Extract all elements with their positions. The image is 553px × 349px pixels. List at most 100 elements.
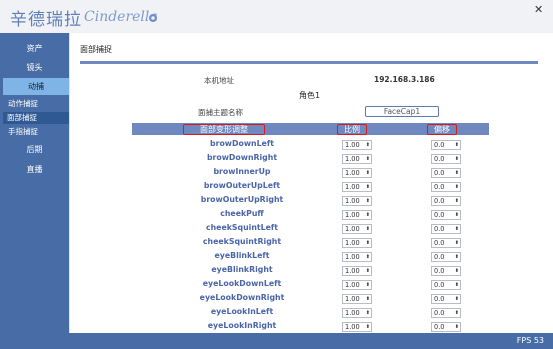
offset-spinbox[interactable]: 0.0 ⬍: [431, 168, 461, 178]
offset-spinbox[interactable]: 0.0 ⬍: [431, 182, 461, 192]
table-row: browDownLeft 1.00 ⬍ 0.0 ⬍: [132, 139, 489, 153]
offset-value: 0.0: [434, 295, 445, 303]
stepper-caret-icon: ⬍: [365, 142, 370, 148]
offset-spinbox[interactable]: 0.0 ⬍: [431, 322, 461, 332]
stepper-caret-icon: ⬍: [454, 184, 459, 190]
row-label: eyeLookInRight: [207, 321, 277, 330]
stepper-caret-icon: ⬍: [365, 296, 370, 302]
offset-value: 0.0: [434, 211, 445, 219]
offset-value: 0.0: [434, 197, 445, 205]
offset-spinbox[interactable]: 0.0 ⬍: [431, 294, 461, 304]
offset-value: 0.0: [434, 253, 445, 261]
stepper-caret-icon: ⬍: [365, 324, 370, 330]
header-scale: 比例: [337, 124, 367, 135]
row-label: cheekPuff: [220, 209, 264, 218]
table-row: eyeLookDownLeft 1.00 ⬍ 0.0 ⬍: [132, 279, 489, 293]
scale-spinbox[interactable]: 1.00 ⬍: [342, 322, 372, 332]
offset-spinbox[interactable]: 0.0 ⬍: [431, 280, 461, 290]
offset-value: 0.0: [434, 141, 445, 149]
offset-value: 0.0: [434, 323, 445, 331]
sidebar-item-post[interactable]: 后期: [0, 144, 69, 156]
stepper-caret-icon: ⬍: [365, 156, 370, 162]
offset-value: 0.0: [434, 169, 445, 177]
stepper-caret-icon: ⬍: [365, 170, 370, 176]
scale-spinbox[interactable]: 1.00 ⬍: [342, 294, 372, 304]
local-ip-label: 本机地址: [204, 76, 234, 85]
sidebar-subitem-finger-capture[interactable]: 手指捕捉: [8, 126, 38, 138]
close-icon[interactable]: ✕: [534, 3, 543, 16]
stepper-caret-icon: ⬍: [454, 254, 459, 260]
scale-spinbox[interactable]: 1.00 ⬍: [342, 238, 372, 248]
scale-value: 1.00: [345, 323, 360, 331]
table-row: browDownRight 1.00 ⬍ 0.0 ⬍: [132, 153, 489, 167]
offset-value: 0.0: [434, 239, 445, 247]
stepper-caret-icon: ⬍: [454, 198, 459, 204]
offset-spinbox[interactable]: 0.0 ⬍: [431, 252, 461, 262]
row-label: eyeLookInLeft: [210, 307, 274, 316]
scale-spinbox[interactable]: 1.00 ⬍: [342, 182, 372, 192]
stepper-caret-icon: ⬍: [454, 310, 459, 316]
topic-name-label: 面捕主题名称: [198, 108, 243, 117]
table-header: 面部变形调整 比例 偏移: [132, 123, 489, 135]
role-title: 角色1: [299, 91, 321, 100]
gear-icon[interactable]: [147, 12, 159, 24]
table-row: eyeLookInLeft 1.00 ⬍ 0.0 ⬍: [132, 307, 489, 321]
scale-value: 1.00: [345, 295, 360, 303]
offset-spinbox[interactable]: 0.0 ⬍: [431, 154, 461, 164]
offset-spinbox[interactable]: 0.0 ⬍: [431, 308, 461, 318]
row-label: browOuterUpLeft: [203, 181, 281, 190]
row-label: eyeBlinkLeft: [214, 251, 270, 260]
stepper-caret-icon: ⬍: [365, 282, 370, 288]
stepper-caret-icon: ⬍: [454, 170, 459, 176]
scale-spinbox[interactable]: 1.00 ⬍: [342, 210, 372, 220]
offset-spinbox[interactable]: 0.0 ⬍: [431, 210, 461, 220]
scale-value: 1.00: [345, 183, 360, 191]
table-row: cheekSquintLeft 1.00 ⬍ 0.0 ⬍: [132, 223, 489, 237]
offset-value: 0.0: [434, 225, 445, 233]
scale-spinbox[interactable]: 1.00 ⬍: [342, 140, 372, 150]
stepper-caret-icon: ⬍: [454, 296, 459, 302]
row-label: browOuterUpRight: [200, 195, 284, 204]
stepper-caret-icon: ⬍: [365, 254, 370, 260]
scale-spinbox[interactable]: 1.00 ⬍: [342, 196, 372, 206]
table-row: eyeLookDownRight 1.00 ⬍ 0.0 ⬍: [132, 293, 489, 307]
offset-spinbox[interactable]: 0.0 ⬍: [431, 238, 461, 248]
offset-spinbox[interactable]: 0.0 ⬍: [431, 140, 461, 150]
table-row: cheekSquintRight 1.00 ⬍ 0.0 ⬍: [132, 237, 489, 251]
offset-value: 0.0: [434, 281, 445, 289]
row-label: eyeLookDownRight: [199, 293, 285, 302]
table-row: browOuterUpRight 1.00 ⬍ 0.0 ⬍: [132, 195, 489, 209]
scale-spinbox[interactable]: 1.00 ⬍: [342, 224, 372, 234]
topic-name-input[interactable]: FaceCap1: [365, 106, 439, 117]
stepper-caret-icon: ⬍: [365, 184, 370, 190]
scale-spinbox[interactable]: 1.00 ⬍: [342, 154, 372, 164]
sidebar-subitem-body-capture[interactable]: 动作捕捉: [8, 98, 38, 110]
scale-spinbox[interactable]: 1.00 ⬍: [342, 252, 372, 262]
offset-spinbox[interactable]: 0.0 ⬍: [431, 266, 461, 276]
table-row: eyeBlinkRight 1.00 ⬍ 0.0 ⬍: [132, 265, 489, 279]
stepper-caret-icon: ⬍: [454, 142, 459, 148]
title-divider: [80, 61, 538, 64]
row-label: browInnerUp: [213, 167, 271, 176]
offset-value: 0.0: [434, 183, 445, 191]
scale-spinbox[interactable]: 1.00 ⬍: [342, 308, 372, 318]
scale-spinbox[interactable]: 1.00 ⬍: [342, 266, 372, 276]
sidebar-item-mocap[interactable]: 动捕: [3, 78, 69, 95]
sidebar-item-live[interactable]: 直播: [0, 164, 69, 176]
offset-spinbox[interactable]: 0.0 ⬍: [431, 196, 461, 206]
stepper-caret-icon: ⬍: [454, 240, 459, 246]
sidebar-item-assets[interactable]: 资产: [0, 43, 69, 55]
row-label: eyeBlinkRight: [211, 265, 273, 274]
stepper-caret-icon: ⬍: [454, 156, 459, 162]
fps-indicator: FPS 53: [516, 336, 544, 345]
stepper-caret-icon: ⬍: [365, 226, 370, 232]
sidebar-item-camera[interactable]: 镜头: [0, 62, 69, 74]
offset-spinbox[interactable]: 0.0 ⬍: [431, 224, 461, 234]
row-label: browDownRight: [206, 153, 278, 162]
sidebar-subitem-face-capture[interactable]: 面部捕捉: [3, 112, 73, 124]
page-title: 面部捕捉: [80, 45, 112, 54]
scale-spinbox[interactable]: 1.00 ⬍: [342, 280, 372, 290]
scale-spinbox[interactable]: 1.00 ⬍: [342, 168, 372, 178]
table-row: browOuterUpLeft 1.00 ⬍ 0.0 ⬍: [132, 181, 489, 195]
stepper-caret-icon: ⬍: [454, 324, 459, 330]
